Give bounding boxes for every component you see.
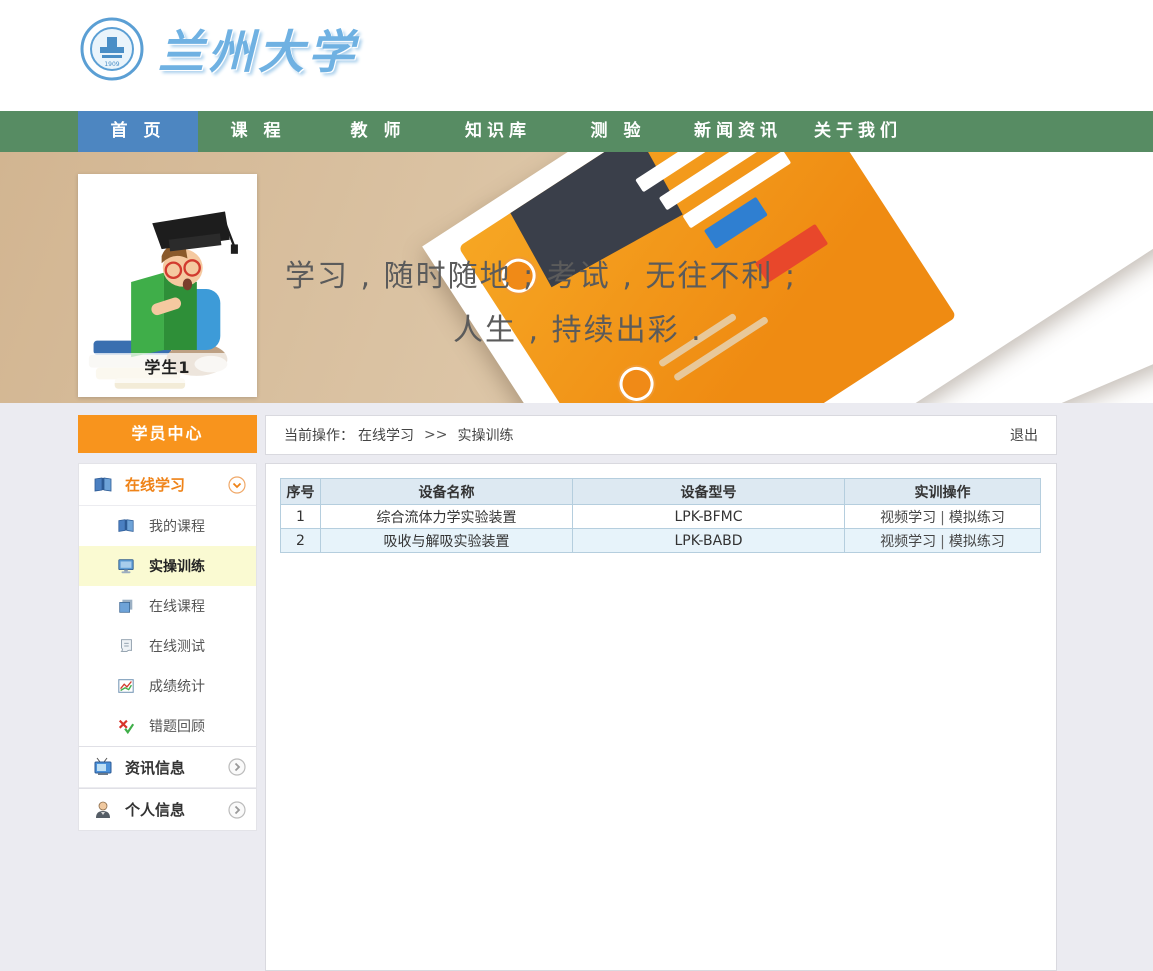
nav-item-teachers[interactable]: 教 师	[318, 111, 438, 152]
sidebar-item-label: 资讯信息	[125, 757, 185, 778]
main-nav: 首 页 课 程 教 师 知识库 测 验 新闻资讯 关于我们	[0, 111, 1153, 152]
breadcrumb: 当前操作： 在线学习 >> 实操训练 退出	[265, 415, 1057, 455]
nav-item-knowledge[interactable]: 知识库	[438, 111, 558, 152]
cell-device-name: 综合流体力学实验装置	[321, 505, 573, 529]
chart-icon	[117, 677, 135, 695]
nav-item-tests[interactable]: 测 验	[558, 111, 678, 152]
content-panel: 序号 设备名称 设备型号 实训操作 1 综合流体力学实验装置 LPK-BFMC	[265, 463, 1057, 971]
sidebar-item-score-statistics[interactable]: 成绩统计	[79, 666, 256, 706]
cell-actions: 视频学习|模拟练习	[845, 505, 1041, 529]
page: 1909 兰州大学 首 页 课 程 教 师 知识库 测 验 新闻资讯 关于我们	[0, 0, 1153, 971]
cell-device-name: 吸收与解吸实验装置	[321, 529, 573, 553]
avatar-name-label: 学生1	[78, 353, 257, 383]
cell-actions: 视频学习|模拟练习	[845, 529, 1041, 553]
col-header-model: 设备型号	[573, 479, 845, 505]
col-header-index: 序号	[281, 479, 321, 505]
sidebar-item-label: 成绩统计	[149, 676, 205, 696]
slogan-line-2: 人生 , 持续出彩 .	[285, 304, 797, 358]
tv-icon	[93, 757, 113, 777]
student-center-header[interactable]: 学员中心	[78, 415, 257, 453]
slogan-line-1: 学习 , 随时随地 ; 考试 , 无往不利 ;	[285, 250, 797, 304]
device-table: 序号 设备名称 设备型号 实训操作 1 综合流体力学实验装置 LPK-BFMC	[280, 478, 1041, 553]
sidebar-item-practical-training[interactable]: 实操训练	[79, 546, 256, 586]
chevron-right-icon[interactable]	[228, 801, 246, 819]
sidebar-item-my-courses[interactable]: 我的课程	[79, 506, 256, 546]
nav-item-home[interactable]: 首 页	[78, 111, 198, 152]
col-header-name: 设备名称	[321, 479, 573, 505]
video-study-link[interactable]: 视频学习	[880, 510, 936, 526]
chevron-right-icon[interactable]	[228, 758, 246, 776]
scroll-icon	[117, 637, 135, 655]
sidebar-item-label: 错题回顾	[149, 716, 205, 736]
sidebar-item-label: 在线测试	[149, 636, 205, 656]
university-logo[interactable]: 1909 兰州大学	[80, 16, 358, 82]
sidebar-item-label: 个人信息	[125, 799, 185, 820]
student-avatar-card: 学生1	[78, 174, 257, 397]
sidebar-item-online-learning[interactable]: 在线学习	[79, 464, 256, 506]
col-header-action: 实训操作	[845, 479, 1041, 505]
op-separator: |	[940, 534, 945, 550]
site-header: 1909 兰州大学	[0, 0, 1153, 111]
cell-device-model: LPK-BABD	[573, 529, 845, 553]
sidebar-item-online-tests[interactable]: 在线测试	[79, 626, 256, 666]
hero-banner: 学生1 学习 , 随时随地 ; 考试 , 无往不利 ; 人生 , 持续出彩 .	[0, 152, 1153, 403]
sidebar-item-label: 在线学习	[125, 474, 185, 495]
cell-device-model: LPK-BFMC	[573, 505, 845, 529]
sidebar-item-wrong-question-review[interactable]: 错题回顾	[79, 706, 256, 746]
sidebar-item-news-info[interactable]: 资讯信息	[79, 746, 256, 788]
x-check-icon	[117, 717, 135, 735]
table-header-row: 序号 设备名称 设备型号 实训操作	[281, 479, 1041, 505]
table-row: 2 吸收与解吸实验装置 LPK-BABD 视频学习|模拟练习	[281, 529, 1041, 553]
breadcrumb-parent[interactable]: 在线学习	[358, 425, 414, 445]
breadcrumb-current: 实操训练	[457, 425, 513, 445]
sidebar-item-label: 实操训练	[149, 556, 205, 576]
video-study-link[interactable]: 视频学习	[880, 534, 936, 550]
breadcrumb-separator: >>	[424, 427, 447, 443]
chevron-down-icon[interactable]	[228, 476, 246, 494]
svg-text:1909: 1909	[104, 61, 119, 68]
banner-slogan: 学习 , 随时随地 ; 考试 , 无往不利 ; 人生 , 持续出彩 .	[285, 250, 797, 358]
exit-button[interactable]: 退出	[1010, 425, 1038, 445]
university-name: 兰州大学	[158, 16, 358, 82]
nav-item-courses[interactable]: 课 程	[198, 111, 318, 152]
sidebar-item-label: 我的课程	[149, 516, 205, 536]
table-row: 1 综合流体力学实验装置 LPK-BFMC 视频学习|模拟练习	[281, 505, 1041, 529]
person-icon	[93, 800, 113, 820]
book-icon	[117, 517, 135, 535]
nav-item-about[interactable]: 关于我们	[798, 111, 918, 152]
nav-item-news[interactable]: 新闻资讯	[678, 111, 798, 152]
simulation-practice-link[interactable]: 模拟练习	[949, 510, 1005, 526]
breadcrumb-prefix: 当前操作：	[284, 425, 354, 445]
university-seal-icon: 1909	[80, 17, 144, 81]
open-book-icon	[93, 475, 113, 495]
content-area: 当前操作： 在线学习 >> 实操训练 退出 序号 设备名称 设备型号 实训操作	[265, 415, 1057, 971]
op-separator: |	[940, 510, 945, 526]
sidebar-item-personal-info[interactable]: 个人信息	[79, 788, 256, 830]
pages-icon	[117, 597, 135, 615]
main-area: 学员中心 在线学习	[0, 403, 1153, 971]
sidebar-item-label: 在线课程	[149, 596, 205, 616]
simulation-practice-link[interactable]: 模拟练习	[949, 534, 1005, 550]
monitor-icon	[117, 557, 135, 575]
sidebar-menu: 在线学习 我的课程	[78, 463, 257, 831]
cell-index: 1	[281, 505, 321, 529]
cell-index: 2	[281, 529, 321, 553]
sidebar-item-online-courses[interactable]: 在线课程	[79, 586, 256, 626]
sidebar: 学员中心 在线学习	[78, 415, 257, 831]
